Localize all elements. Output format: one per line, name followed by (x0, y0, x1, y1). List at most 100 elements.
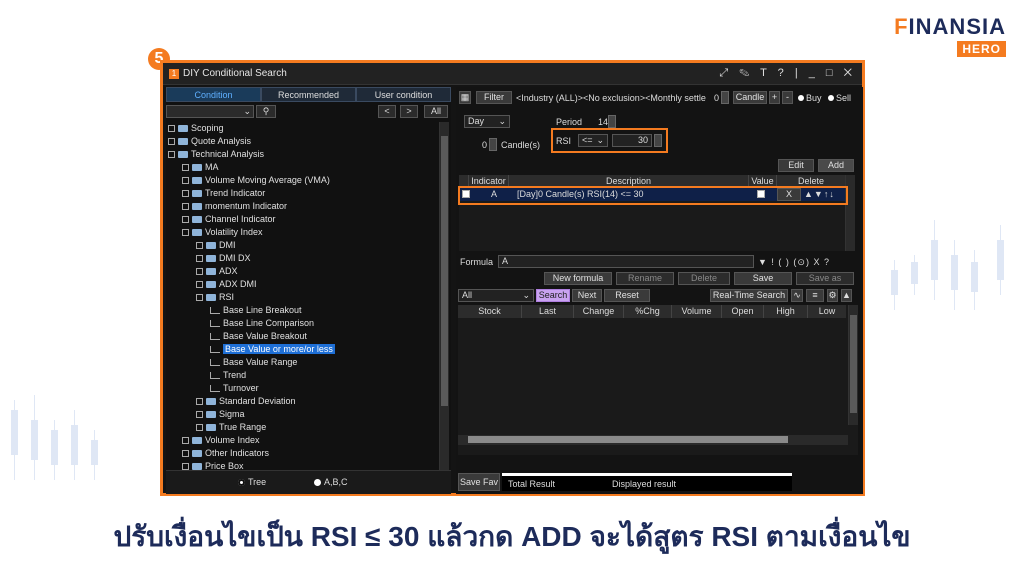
tree-node[interactable]: Base Value Range (166, 356, 297, 369)
tree-node[interactable]: DMI (166, 239, 236, 252)
formula-input[interactable]: A (498, 255, 754, 268)
expand-icon[interactable] (182, 164, 189, 171)
gear-icon[interactable]: ⚙ (827, 289, 838, 302)
chevron-down-icon: ⌄ (596, 135, 604, 145)
expand-icon[interactable] (196, 281, 203, 288)
tree-node[interactable]: Channel Indicator (166, 213, 276, 226)
results-grid-header: Stock Last Change %Chg Volume Open High … (458, 305, 846, 318)
results-hscrollbar[interactable] (458, 435, 848, 445)
results-vscroll-thumb[interactable] (850, 315, 857, 413)
result-filter-select[interactable]: All ⌄ (458, 289, 534, 302)
tab-recommended[interactable]: Recommended (261, 87, 356, 102)
new-formula-button[interactable]: New formula (544, 272, 612, 285)
tree-scrollbar[interactable] (439, 122, 449, 490)
tree-node[interactable]: Volume Moving Average (VMA) (166, 174, 330, 187)
expand-icon[interactable] (182, 463, 189, 470)
tree-node[interactable]: DMI DX (166, 252, 251, 265)
tab-user-condition[interactable]: User condition (356, 87, 451, 102)
expand-icon[interactable] (196, 255, 203, 262)
results-hscroll-thumb[interactable] (468, 436, 788, 443)
plus-button[interactable]: + (769, 91, 780, 104)
search-button[interactable]: Search (536, 289, 570, 302)
expand-icon[interactable] (182, 229, 189, 236)
view-tree-option[interactable]: Tree (238, 477, 266, 487)
buy-option[interactable]: Buy (798, 93, 822, 103)
tree-node[interactable]: MA (166, 161, 219, 174)
save-as-button[interactable]: Save as (796, 272, 854, 285)
chart-icon[interactable]: ∿ (791, 289, 803, 302)
add-button[interactable]: Add (818, 159, 854, 172)
expand-icon[interactable] (182, 190, 189, 197)
tree-node[interactable]: Base Line Breakout (166, 304, 302, 317)
tree-search-dropdown[interactable]: ⌄ (166, 105, 254, 118)
view-abc-option[interactable]: A,B,C (314, 477, 348, 487)
operator-select[interactable]: <= ⌄ (578, 134, 608, 147)
tree-node[interactable]: Other Indicators (166, 447, 269, 460)
tree-node[interactable]: True Range (166, 421, 266, 434)
tree-scrollbar-thumb[interactable] (441, 136, 448, 406)
edit-button[interactable]: Edit (778, 159, 814, 172)
formula-tools-icon[interactable]: ▼ ! ( ) (⊙) X ? (758, 257, 830, 268)
tree-node[interactable]: momentum Indicator (166, 200, 287, 213)
candle-button[interactable]: Candle (733, 91, 767, 104)
reset-button[interactable]: Reset (604, 289, 650, 302)
tree-node[interactable]: Base Value or more/or less (166, 343, 335, 356)
realtime-search-button[interactable]: Real-Time Search (710, 289, 788, 302)
expand-icon[interactable] (168, 151, 175, 158)
candle-spinner[interactable] (721, 91, 729, 104)
tree-node[interactable]: Trend (166, 369, 246, 382)
filter-settings-icon[interactable]: ▦ (459, 91, 471, 104)
expand-icon[interactable] (196, 424, 203, 431)
save-button[interactable]: Save (734, 272, 792, 285)
period-spinner[interactable] (608, 115, 616, 128)
next-button[interactable]: Next (572, 289, 602, 302)
results-vscrollbar[interactable] (848, 305, 858, 425)
expand-icon[interactable] (168, 138, 175, 145)
delete-button[interactable]: Delete (678, 272, 730, 285)
save-fav-button[interactable]: Save Fav (458, 473, 500, 491)
prev-arrow-icon[interactable]: < (378, 105, 396, 118)
search-icon[interactable]: ⚲ (256, 105, 276, 118)
tree-node[interactable]: Technical Analysis (166, 148, 264, 161)
tree-node[interactable]: Scoping (166, 122, 224, 135)
tree-node[interactable]: Sigma (166, 408, 245, 421)
threshold-spinner[interactable] (654, 134, 662, 147)
tree-node[interactable]: Base Line Comparison (166, 317, 314, 330)
tree-node[interactable]: Trend Indicator (166, 187, 265, 200)
tree-node[interactable]: Volume Index (166, 434, 260, 447)
folder-icon (206, 424, 216, 431)
expand-icon[interactable] (196, 398, 203, 405)
expand-icon[interactable] (182, 203, 189, 210)
tree-node[interactable]: Volatility Index (166, 226, 263, 239)
sell-option[interactable]: Sell (828, 93, 851, 103)
collapse-up-icon[interactable]: ▲ (841, 289, 852, 302)
filter-button[interactable]: Filter (476, 91, 512, 104)
expand-icon[interactable] (182, 450, 189, 457)
operator-value: <= (582, 135, 593, 145)
rename-button[interactable]: Rename (616, 272, 674, 285)
expand-icon[interactable] (168, 125, 175, 132)
tree-node[interactable]: Standard Deviation (166, 395, 296, 408)
tree-node[interactable]: ADX DMI (166, 278, 257, 291)
tree-node[interactable]: RSI (166, 291, 234, 304)
candles-spinner[interactable] (489, 138, 497, 151)
all-button[interactable]: All (424, 105, 448, 118)
expand-icon[interactable] (182, 177, 189, 184)
expand-icon[interactable] (196, 242, 203, 249)
expand-icon[interactable] (196, 294, 203, 301)
minus-button[interactable]: - (782, 91, 793, 104)
expand-icon[interactable] (196, 268, 203, 275)
tree-node[interactable]: Quote Analysis (166, 135, 251, 148)
window-controls[interactable]: ⤢ ✎ T ? | _ □ ✕ (719, 67, 856, 80)
expand-icon[interactable] (182, 216, 189, 223)
tree-node[interactable]: Turnover (166, 382, 259, 395)
menu-dropdown-icon[interactable]: ≡ (806, 289, 824, 302)
tree-node[interactable]: ADX (166, 265, 238, 278)
expand-icon[interactable] (182, 437, 189, 444)
tree-node[interactable]: Base Value Breakout (166, 330, 307, 343)
period-select[interactable]: Day ⌄ (464, 115, 510, 128)
rsi-threshold-input[interactable]: 30 (612, 134, 652, 147)
expand-icon[interactable] (196, 411, 203, 418)
tab-condition[interactable]: Condition (166, 87, 261, 102)
next-arrow-icon[interactable]: > (400, 105, 418, 118)
